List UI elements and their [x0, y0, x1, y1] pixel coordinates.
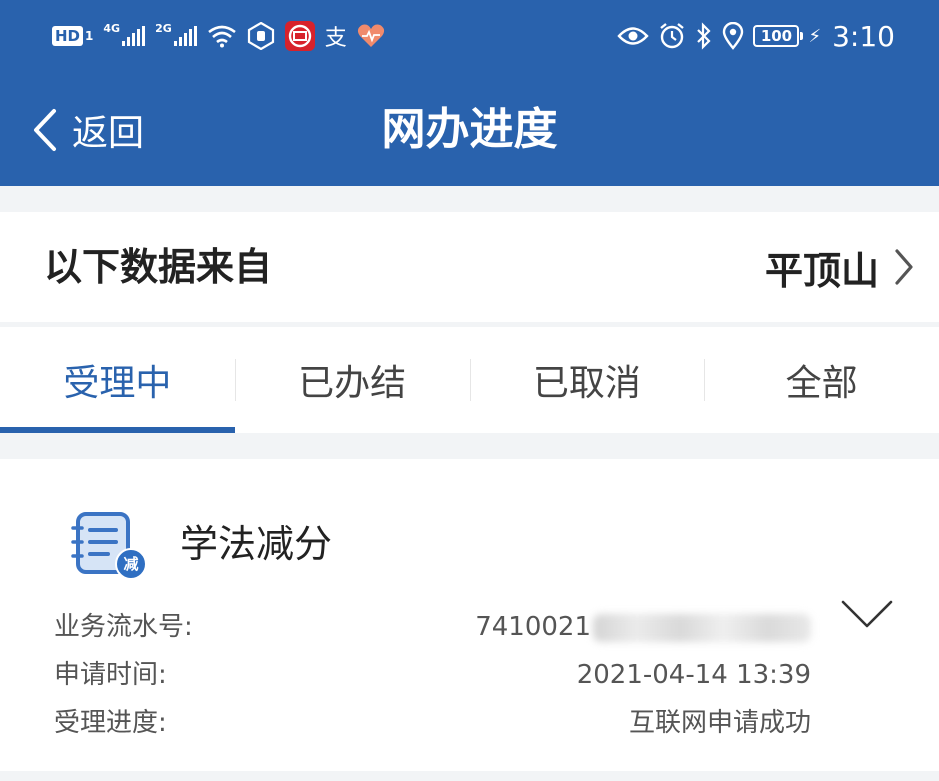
redacted-blur: [593, 613, 811, 642]
expand-button[interactable]: [840, 596, 894, 632]
city-name: 平顶山: [764, 248, 879, 293]
hd-sim-number: 1: [85, 29, 94, 43]
serial-number-label: 业务流水号:: [54, 612, 193, 642]
battery-icon: 100: [753, 25, 804, 47]
serial-number-text: 7410021: [475, 612, 591, 642]
wifi-icon: [207, 24, 237, 48]
status-time: 3:10: [832, 19, 895, 53]
chevron-down-icon: [841, 600, 893, 628]
heart-rate-icon: [357, 23, 385, 49]
tab-completed[interactable]: 已办结: [234, 327, 470, 433]
alipay-icon: 支: [324, 26, 347, 51]
citic-logo-icon: [284, 21, 315, 51]
status-bar: HD 1 4G 2G 支 100 ⚡ 3:10: [0, 0, 939, 72]
application-title: 学法减分: [180, 522, 333, 566]
icon-badge-text: 减: [123, 555, 139, 573]
eye-icon: [617, 25, 650, 47]
status-bar-left: HD 1 4G 2G 支: [52, 18, 385, 54]
network-type-2: 2G: [155, 21, 172, 35]
location-icon: [722, 22, 744, 50]
serial-number-value: 7410021: [475, 609, 811, 645]
app-header: HD 1 4G 2G 支 100 ⚡ 3:10 返回 网办进度: [0, 0, 939, 186]
data-source-label: 以下数据来自: [44, 245, 273, 289]
charging-icon: ⚡: [808, 25, 822, 47]
signal-2g-icon: [173, 26, 197, 46]
bluetooth-icon: [695, 22, 713, 50]
alarm-icon: [658, 22, 686, 50]
tab-in-progress[interactable]: 受理中: [0, 327, 235, 433]
tab-cancelled[interactable]: 已取消: [469, 327, 705, 433]
network-type-1: 4G: [103, 21, 121, 35]
data-source-row: 以下数据来自 平顶山: [0, 212, 939, 322]
status-bar-right: 100 ⚡ 3:10: [617, 18, 895, 54]
apply-time-label: 申请时间:: [54, 660, 167, 690]
hd-icon: HD: [52, 26, 84, 46]
page-title: 网办进度: [381, 104, 558, 155]
signal-4g-icon: [122, 26, 146, 46]
city-selector[interactable]: 平顶山: [765, 212, 915, 322]
progress-value: 互联网申请成功: [628, 708, 811, 738]
tab-all[interactable]: 全部: [704, 327, 939, 433]
chevron-right-icon: [893, 248, 915, 286]
document-deduction-icon: 减: [70, 512, 148, 582]
apply-time-value: 2021-04-14 13:39: [576, 660, 811, 690]
progress-label: 受理进度:: [54, 708, 167, 738]
hexagon-hand-icon: [247, 22, 275, 50]
status-tabs: 受理中 已办结 已取消 全部: [0, 327, 939, 433]
